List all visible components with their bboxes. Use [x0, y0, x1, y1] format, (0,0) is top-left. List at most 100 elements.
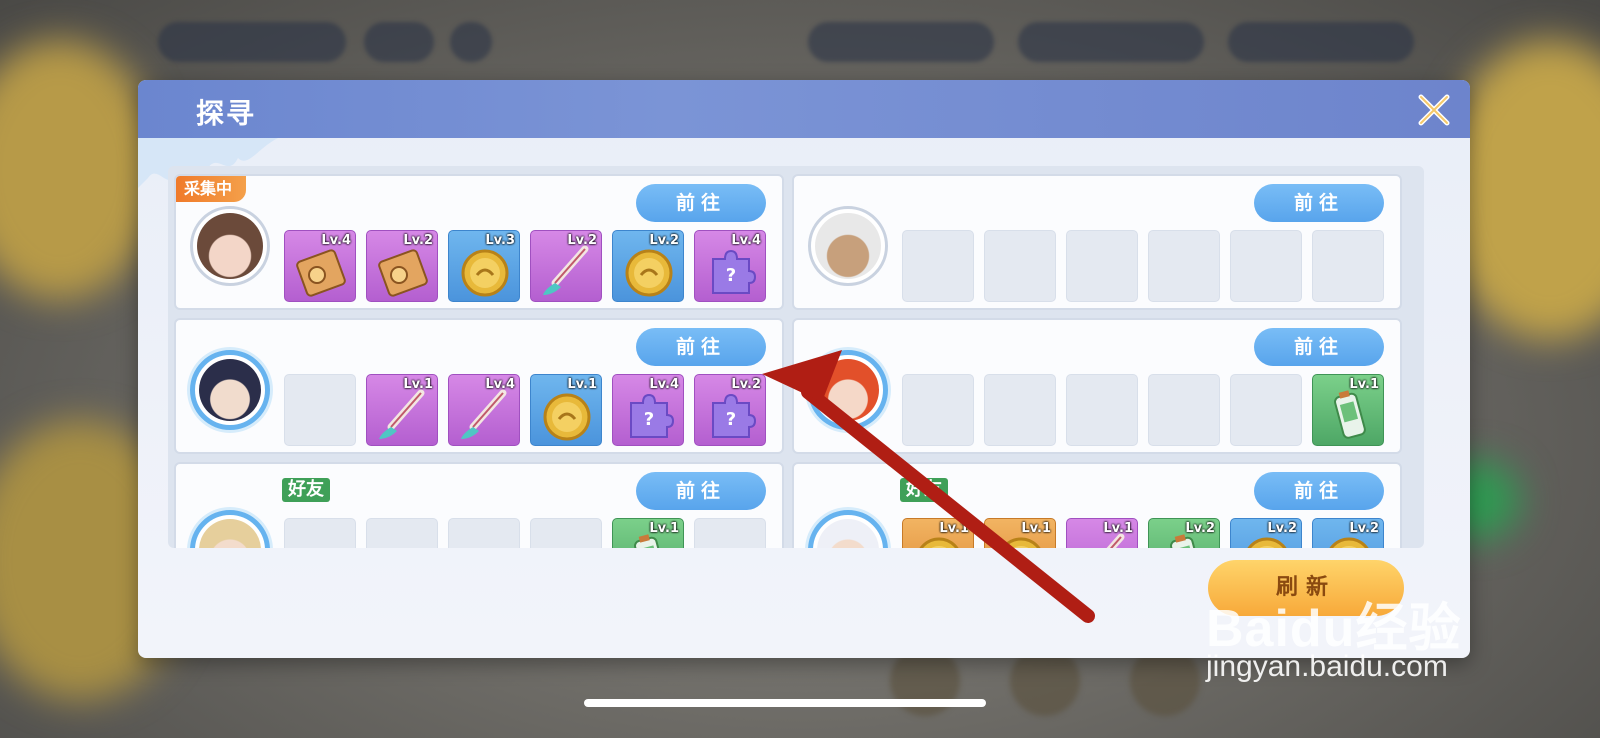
item-slot[interactable]: Lv.4 [284, 230, 356, 302]
character-portrait [199, 359, 261, 421]
item-level: Lv.1 [1103, 521, 1133, 536]
explore-list[interactable]: 采集中 前往 Lv.4 Lv.2 Lv.3 Lv.2 Lv.2? Lv.4 前往 前往 Lv.1 Lv… [168, 166, 1424, 548]
item-level: Lv.2 [1267, 521, 1297, 536]
item-level: Lv.1 [649, 521, 679, 536]
go-button[interactable]: 前往 [1254, 328, 1384, 366]
item-level: Lv.1 [567, 377, 597, 392]
item-slot[interactable]: Lv.1 [612, 518, 684, 548]
empty-item-slot [1148, 374, 1220, 446]
panel-header: 探寻 [138, 80, 1470, 138]
puzzle-icon: ? [712, 393, 757, 438]
explore-card: 前往 Lv.1 [792, 318, 1402, 454]
item-level: Lv.1 [403, 377, 433, 392]
item-slot[interactable]: Lv.2 [1312, 518, 1384, 548]
background-currency-2 [1018, 22, 1204, 62]
coin-icon [625, 249, 673, 297]
tag-icon [296, 249, 346, 297]
go-button[interactable]: 前往 [636, 472, 766, 510]
coin-icon [543, 393, 591, 441]
item-slot[interactable]: Lv.1 [984, 518, 1056, 548]
explore-card: 采集中 前往 Lv.4 Lv.2 Lv.3 Lv.2 Lv.2? Lv.4 [174, 174, 784, 310]
go-button[interactable]: 前往 [636, 184, 766, 222]
item-slot[interactable]: Lv.2 [612, 230, 684, 302]
item-level: Lv.1 [939, 521, 969, 536]
explore-card: 好友 前往 Lv.1 Lv.1 Lv.1 Lv.2 Lv.2 Lv.2 [792, 462, 1402, 548]
item-slot[interactable]: Lv.1 [1312, 374, 1384, 446]
item-slot[interactable]: Lv.2 [1230, 518, 1302, 548]
friend-tag: 好友 [282, 478, 330, 502]
empty-item-slot [448, 518, 520, 548]
background-home-pill [364, 22, 434, 62]
tag-icon [378, 249, 428, 297]
background-currency-1 [808, 22, 994, 62]
item-level: Lv.4 [649, 377, 679, 392]
go-button[interactable]: 前往 [636, 328, 766, 366]
item-level: Lv.2 [731, 377, 761, 392]
explore-card: 好友 前往 Lv.1 [174, 462, 784, 548]
item-level: Lv.1 [1349, 377, 1379, 392]
item-level: Lv.2 [567, 233, 597, 248]
svg-text:?: ? [644, 409, 654, 430]
item-slot[interactable]: Lv.2 [530, 230, 602, 302]
item-slot[interactable]: Lv.4 [448, 374, 520, 446]
empty-item-slot [366, 518, 438, 548]
svg-text:?: ? [726, 409, 736, 430]
item-slot[interactable]: ? Lv.4 [612, 374, 684, 446]
item-slot[interactable]: Lv.1 [530, 374, 602, 446]
character-portrait [199, 519, 261, 548]
character-avatar[interactable] [190, 510, 270, 548]
baidu-watermark-url: jingyan.baidu.com [1206, 650, 1448, 683]
close-button[interactable] [1416, 92, 1452, 128]
empty-item-slot [984, 230, 1056, 302]
svg-text:?: ? [726, 265, 736, 286]
item-level: Lv.2 [403, 233, 433, 248]
character-avatar[interactable] [190, 206, 270, 286]
empty-item-slot [1230, 230, 1302, 302]
item-slot[interactable]: ? Lv.2 [694, 374, 766, 446]
item-slot[interactable]: Lv.1 [902, 518, 974, 548]
character-portrait [817, 359, 879, 421]
character-portrait [197, 213, 263, 279]
background-currency-3 [1228, 22, 1414, 62]
character-avatar[interactable] [190, 350, 270, 430]
empty-item-slot [1230, 374, 1302, 446]
battery-icon [1334, 390, 1366, 439]
item-level: Lv.1 [1021, 521, 1051, 536]
character-avatar[interactable] [808, 350, 888, 430]
item-level: Lv.2 [1185, 521, 1215, 536]
explore-card: 前往 Lv.1 Lv.4 Lv.1? Lv.4? Lv.2 [174, 318, 784, 454]
character-portrait [817, 519, 879, 548]
brush-icon [461, 389, 507, 439]
item-slot[interactable]: Lv.2 [1148, 518, 1220, 548]
collecting-tag: 采集中 [176, 176, 247, 202]
item-level: Lv.3 [485, 233, 515, 248]
empty-item-slot [1066, 230, 1138, 302]
brush-icon [379, 389, 425, 439]
go-button[interactable]: 前往 [1254, 184, 1384, 222]
explore-panel: 探寻 采集中 前往 Lv.4 Lv.2 Lv.3 Lv.2 Lv.2? Lv.4 前往 前往 Lv.… [138, 80, 1470, 658]
empty-item-slot [284, 518, 356, 548]
coin-icon [461, 249, 509, 297]
empty-item-slot [694, 518, 766, 548]
character-avatar[interactable] [808, 510, 888, 548]
item-slot[interactable]: Lv.1 [366, 374, 438, 446]
empty-item-slot [530, 518, 602, 548]
background-back-pill [158, 22, 346, 62]
item-slot[interactable]: Lv.3 [448, 230, 520, 302]
empty-item-slot [284, 374, 356, 446]
go-button[interactable]: 前往 [1254, 472, 1384, 510]
empty-item-slot [902, 374, 974, 446]
home-indicator[interactable] [584, 699, 986, 707]
puzzle-icon: ? [712, 249, 757, 294]
item-level: Lv.4 [321, 233, 351, 248]
empty-item-slot [984, 374, 1056, 446]
item-slot[interactable]: Lv.1 [1066, 518, 1138, 548]
background-help-pill [450, 22, 492, 62]
brush-icon [543, 245, 589, 295]
item-level: Lv.4 [731, 233, 761, 248]
item-level: Lv.2 [649, 233, 679, 248]
item-slot[interactable]: Lv.2 [366, 230, 438, 302]
character-avatar[interactable] [808, 206, 888, 286]
empty-item-slot [1148, 230, 1220, 302]
item-slot[interactable]: ? Lv.4 [694, 230, 766, 302]
